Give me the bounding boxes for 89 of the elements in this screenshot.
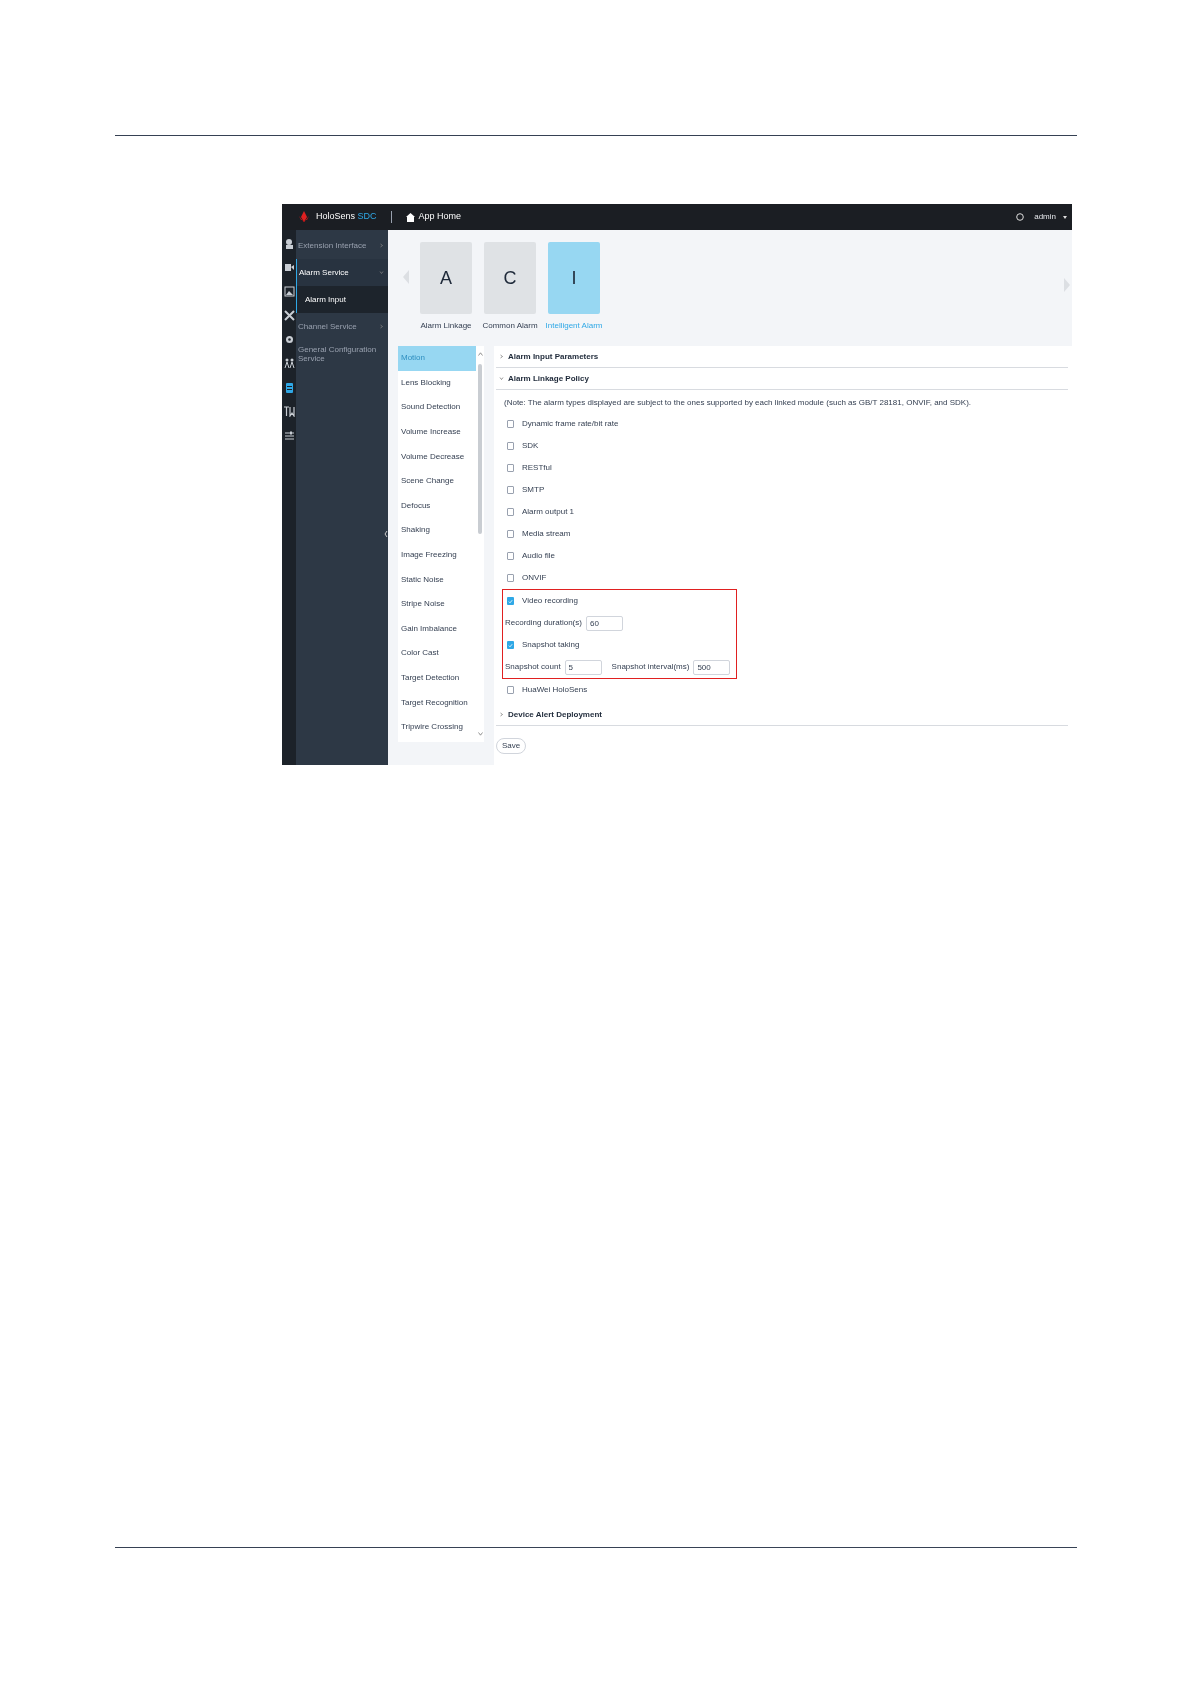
person-icon[interactable]: [283, 238, 295, 249]
caret-icon: [1062, 214, 1068, 220]
checkbox[interactable]: [507, 508, 514, 516]
app-tile[interactable]: I: [548, 242, 600, 314]
checkbox[interactable]: [507, 420, 514, 428]
scroll-down-icon: [477, 732, 483, 736]
note-text: (Note: The alarm types displayed are subject to the ones supported by each linked module (such as GB/T 28181, ONVIF, and SDK).: [504, 397, 973, 409]
option-label: Audio file: [522, 550, 555, 562]
field-label: Snapshot interval(ms): [611, 661, 690, 673]
field-label: Snapshot count: [505, 661, 561, 673]
checkbox[interactable]: [507, 597, 514, 605]
sidebar-subitem[interactable]: Alarm Input: [296, 286, 388, 313]
scroll-up-icon: [477, 352, 483, 356]
checkbox[interactable]: [507, 686, 514, 694]
input-field[interactable]: 60: [585, 615, 623, 631]
checkbox[interactable]: [507, 552, 514, 560]
subnav-item[interactable]: Stripe Noise: [398, 591, 476, 617]
subnav-item[interactable]: Gain Imbalance: [398, 616, 476, 642]
subnav-item[interactable]: Target Recognition: [398, 690, 476, 715]
option-label: Video recording: [522, 595, 578, 607]
option-label: Dynamic frame rate/bit rate: [522, 418, 619, 430]
document-icon[interactable]: [283, 382, 295, 393]
help-icon: [1016, 213, 1025, 221]
sidebar-item[interactable]: Channel Service: [296, 313, 388, 340]
subnav-item[interactable]: Static Noise: [398, 567, 476, 592]
check-icon: [508, 642, 513, 648]
subnav-item[interactable]: Target Detection: [398, 665, 476, 691]
sidebar-item[interactable]: Alarm Service: [296, 259, 388, 286]
subnav-item[interactable]: Volume Decrease: [398, 444, 476, 469]
option-label: SDK: [522, 440, 539, 452]
text-icon[interactable]: [283, 406, 295, 417]
section-header[interactable]: Alarm Input Parameters: [496, 346, 1068, 368]
subnav-item[interactable]: Scene Change: [398, 468, 476, 494]
option-label: ONVIF: [522, 572, 547, 584]
section-title: Alarm Linkage Policy: [508, 372, 589, 385]
subnav-item[interactable]: Lens Blocking: [398, 370, 476, 396]
section-title: Alarm Input Parameters: [508, 350, 599, 363]
option-label: RESTful: [522, 462, 552, 474]
option-label: Alarm output 1: [522, 506, 575, 518]
section-title: Device Alert Deployment: [508, 708, 602, 721]
checkbox[interactable]: [507, 442, 514, 450]
chevron-right-icon: [499, 712, 504, 717]
app-label: Alarm Linkage: [420, 320, 472, 332]
checkbox[interactable]: [507, 641, 514, 649]
app-label: Intelligent Alarm: [545, 320, 603, 332]
section-header[interactable]: Device Alert Deployment: [496, 704, 1068, 726]
app-tile[interactable]: C: [484, 242, 536, 314]
checkbox[interactable]: [507, 530, 514, 538]
user-menu[interactable]: admin: [1034, 211, 1056, 223]
subnav-item[interactable]: Image Freezing: [398, 542, 476, 568]
input-field[interactable]: 500: [693, 659, 731, 675]
app-tile[interactable]: A: [420, 242, 472, 314]
scrollbar-thumb[interactable]: [478, 364, 482, 534]
subnav-item[interactable]: Defocus: [398, 493, 476, 519]
chevron-down-icon: [499, 376, 504, 381]
sliders-icon[interactable]: [283, 430, 295, 441]
home-button[interactable]: App Home: [405, 210, 462, 224]
home-icon: [405, 212, 415, 222]
subnav-item[interactable]: Sound Detection: [398, 395, 476, 420]
option-label: HuaWei HoloSens: [522, 684, 588, 696]
brand-title: HoloSens SDC: [316, 210, 377, 224]
checkbox[interactable]: [507, 464, 514, 472]
field-label: Recording duration(s): [505, 617, 582, 629]
collapse-handle-icon: [384, 530, 388, 538]
camera-icon[interactable]: [283, 262, 295, 273]
sidebar-item[interactable]: Extension Interface: [296, 232, 388, 259]
chevron-down-icon: [379, 270, 384, 275]
option-label: SMTP: [522, 484, 545, 496]
subnav-item[interactable]: Tripwire Crossing: [398, 714, 476, 740]
section-header[interactable]: Alarm Linkage Policy: [496, 368, 1068, 390]
save-button[interactable]: Save: [496, 738, 526, 754]
chevron-right-icon: [379, 324, 384, 329]
chevron-right-icon: [379, 243, 384, 248]
option-label: Media stream: [522, 528, 571, 540]
logo-icon: [298, 210, 310, 224]
sidebar-item[interactable]: General Configuration Service: [296, 340, 388, 367]
input-field[interactable]: 5: [564, 659, 602, 675]
app-label: Common Alarm: [482, 320, 538, 332]
people-icon[interactable]: [283, 358, 295, 369]
gear-icon[interactable]: [283, 334, 295, 345]
subnav-item[interactable]: Color Cast: [398, 641, 476, 666]
option-label: Snapshot taking: [522, 639, 580, 651]
chevron-right-icon: [499, 354, 504, 359]
subnav-item[interactable]: Volume Increase: [398, 419, 476, 445]
check-icon: [508, 598, 513, 604]
checkbox[interactable]: [507, 486, 514, 494]
subnav-item[interactable]: Shaking: [398, 518, 476, 543]
image-icon[interactable]: [283, 286, 295, 297]
checkbox[interactable]: [507, 574, 514, 582]
